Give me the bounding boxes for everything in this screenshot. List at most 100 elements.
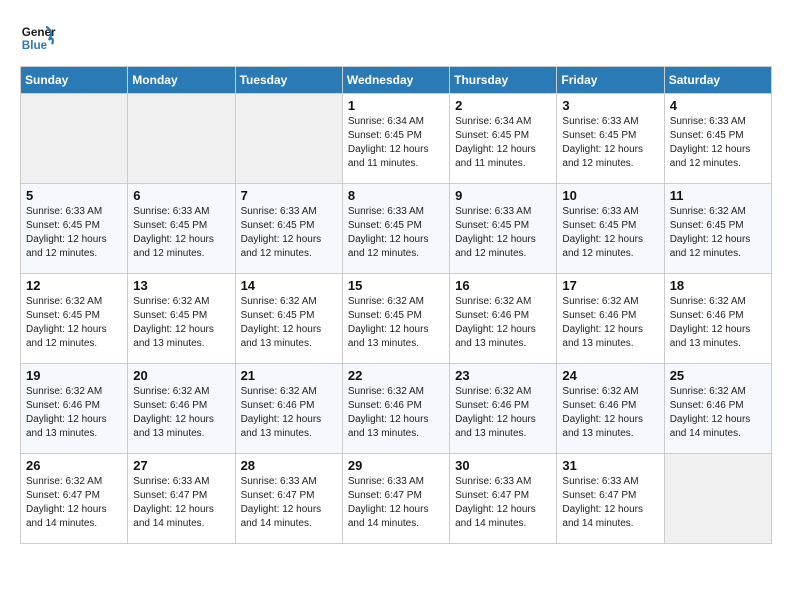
- day-info: Sunrise: 6:32 AM Sunset: 6:46 PM Dayligh…: [562, 295, 658, 351]
- day-info: Sunrise: 6:33 AM Sunset: 6:47 PM Dayligh…: [455, 475, 551, 531]
- calendar-cell: 16 Sunrise: 6:32 AM Sunset: 6:46 PM Dayli…: [450, 274, 557, 364]
- day-info: Sunrise: 6:33 AM Sunset: 6:45 PM Dayligh…: [26, 205, 122, 261]
- svg-text:Blue: Blue: [22, 39, 48, 52]
- calendar-cell: 29Sunrise: 6:33 AM Sunset: 6:47 PM Dayli…: [342, 454, 449, 544]
- logo: General Blue: [20, 20, 56, 56]
- calendar-cell: 3 Sunrise: 6:33 AM Sunset: 6:45 PM Daylig…: [557, 94, 664, 184]
- day-info: Sunrise: 6:34 AM Sunset: 6:45 PM Dayligh…: [455, 115, 551, 171]
- day-number: 10: [562, 188, 658, 203]
- day-info: Sunrise: 6:32 AM Sunset: 6:47 PM Dayligh…: [26, 475, 122, 531]
- day-info: Sunrise: 6:32 AM Sunset: 6:46 PM Dayligh…: [348, 385, 444, 441]
- day-number: 27: [133, 458, 229, 473]
- day-info: Sunrise: 6:32 AM Sunset: 6:45 PM Dayligh…: [26, 295, 122, 351]
- calendar-cell: 23 Sunrise: 6:32 AM Sunset: 6:46 PM Dayli…: [450, 364, 557, 454]
- calendar-cell: 10 Sunrise: 6:33 AM Sunset: 6:45 PM Dayli…: [557, 184, 664, 274]
- calendar-cell: [128, 94, 235, 184]
- day-info: Sunrise: 6:32 AM Sunset: 6:46 PM Dayligh…: [670, 295, 766, 351]
- day-number: 4: [670, 98, 766, 113]
- day-info: Sunrise: 6:33 AM Sunset: 6:45 PM Dayligh…: [133, 205, 229, 261]
- calendar-cell: 9 Sunrise: 6:33 AM Sunset: 6:45 PM Daylig…: [450, 184, 557, 274]
- day-info: Sunrise: 6:33 AM Sunset: 6:45 PM Dayligh…: [562, 205, 658, 261]
- calendar-cell: 26 Sunrise: 6:32 AM Sunset: 6:47 PM Dayli…: [21, 454, 128, 544]
- day-number: 30: [455, 458, 551, 473]
- day-number: 15: [348, 278, 444, 293]
- calendar-cell: 25Sunrise: 6:32 AM Sunset: 6:46 PM Dayli…: [664, 364, 771, 454]
- day-number: 3: [562, 98, 658, 113]
- day-number: 9: [455, 188, 551, 203]
- calendar-cell: 8Sunrise: 6:33 AM Sunset: 6:45 PM Daylig…: [342, 184, 449, 274]
- day-info: Sunrise: 6:32 AM Sunset: 6:45 PM Dayligh…: [241, 295, 337, 351]
- calendar-cell: 24 Sunrise: 6:32 AM Sunset: 6:46 PM Dayli…: [557, 364, 664, 454]
- day-number: 14: [241, 278, 337, 293]
- day-number: 28: [241, 458, 337, 473]
- day-number: 20: [133, 368, 229, 383]
- day-number: 7: [241, 188, 337, 203]
- weekday-header: Friday: [557, 67, 664, 94]
- day-info: Sunrise: 6:32 AM Sunset: 6:45 PM Dayligh…: [133, 295, 229, 351]
- day-info: Sunrise: 6:33 AM Sunset: 6:47 PM Dayligh…: [133, 475, 229, 531]
- day-number: 12: [26, 278, 122, 293]
- calendar-cell: 5Sunrise: 6:33 AM Sunset: 6:45 PM Daylig…: [21, 184, 128, 274]
- calendar-cell: 21 Sunrise: 6:32 AM Sunset: 6:46 PM Dayli…: [235, 364, 342, 454]
- day-info: Sunrise: 6:32 AM Sunset: 6:46 PM Dayligh…: [455, 385, 551, 441]
- day-info: Sunrise: 6:33 AM Sunset: 6:47 PM Dayligh…: [562, 475, 658, 531]
- calendar-cell: 14 Sunrise: 6:32 AM Sunset: 6:45 PM Dayli…: [235, 274, 342, 364]
- day-info: Sunrise: 6:33 AM Sunset: 6:45 PM Dayligh…: [562, 115, 658, 171]
- calendar-cell: 12 Sunrise: 6:32 AM Sunset: 6:45 PM Dayli…: [21, 274, 128, 364]
- calendar-cell: 11 Sunrise: 6:32 AM Sunset: 6:45 PM Dayli…: [664, 184, 771, 274]
- day-number: 24: [562, 368, 658, 383]
- calendar-week-row: 12 Sunrise: 6:32 AM Sunset: 6:45 PM Dayli…: [21, 274, 772, 364]
- day-number: 31: [562, 458, 658, 473]
- page-header: General Blue: [20, 20, 772, 56]
- day-number: 29: [348, 458, 444, 473]
- calendar-week-row: 1 Sunrise: 6:34 AM Sunset: 6:45 PM Daylig…: [21, 94, 772, 184]
- calendar-week-row: 19Sunrise: 6:32 AM Sunset: 6:46 PM Dayli…: [21, 364, 772, 454]
- calendar-cell: 19Sunrise: 6:32 AM Sunset: 6:46 PM Dayli…: [21, 364, 128, 454]
- day-info: Sunrise: 6:33 AM Sunset: 6:45 PM Dayligh…: [241, 205, 337, 261]
- calendar-cell: 22 Sunrise: 6:32 AM Sunset: 6:46 PM Dayli…: [342, 364, 449, 454]
- day-info: Sunrise: 6:32 AM Sunset: 6:45 PM Dayligh…: [348, 295, 444, 351]
- calendar-week-row: 26 Sunrise: 6:32 AM Sunset: 6:47 PM Dayli…: [21, 454, 772, 544]
- calendar-cell: [21, 94, 128, 184]
- day-number: 11: [670, 188, 766, 203]
- weekday-header: Wednesday: [342, 67, 449, 94]
- weekday-header: Sunday: [21, 67, 128, 94]
- day-info: Sunrise: 6:33 AM Sunset: 6:45 PM Dayligh…: [455, 205, 551, 261]
- day-number: 22: [348, 368, 444, 383]
- day-number: 13: [133, 278, 229, 293]
- day-number: 17: [562, 278, 658, 293]
- weekday-header-row: SundayMondayTuesdayWednesdayThursdayFrid…: [21, 67, 772, 94]
- weekday-header: Tuesday: [235, 67, 342, 94]
- calendar-cell: 7 Sunrise: 6:33 AM Sunset: 6:45 PM Daylig…: [235, 184, 342, 274]
- calendar-cell: 18Sunrise: 6:32 AM Sunset: 6:46 PM Dayli…: [664, 274, 771, 364]
- calendar-cell: 2 Sunrise: 6:34 AM Sunset: 6:45 PM Daylig…: [450, 94, 557, 184]
- day-info: Sunrise: 6:33 AM Sunset: 6:45 PM Dayligh…: [670, 115, 766, 171]
- calendar-cell: 17 Sunrise: 6:32 AM Sunset: 6:46 PM Dayli…: [557, 274, 664, 364]
- calendar-cell: 28Sunrise: 6:33 AM Sunset: 6:47 PM Dayli…: [235, 454, 342, 544]
- day-number: 23: [455, 368, 551, 383]
- day-info: Sunrise: 6:32 AM Sunset: 6:46 PM Dayligh…: [241, 385, 337, 441]
- day-info: Sunrise: 6:34 AM Sunset: 6:45 PM Dayligh…: [348, 115, 444, 171]
- day-number: 26: [26, 458, 122, 473]
- day-info: Sunrise: 6:32 AM Sunset: 6:46 PM Dayligh…: [562, 385, 658, 441]
- calendar-cell: 1 Sunrise: 6:34 AM Sunset: 6:45 PM Daylig…: [342, 94, 449, 184]
- calendar-cell: 15 Sunrise: 6:32 AM Sunset: 6:45 PM Dayli…: [342, 274, 449, 364]
- day-number: 8: [348, 188, 444, 203]
- day-number: 6: [133, 188, 229, 203]
- calendar-cell: 31 Sunrise: 6:33 AM Sunset: 6:47 PM Dayli…: [557, 454, 664, 544]
- calendar-week-row: 5Sunrise: 6:33 AM Sunset: 6:45 PM Daylig…: [21, 184, 772, 274]
- day-number: 1: [348, 98, 444, 113]
- day-info: Sunrise: 6:32 AM Sunset: 6:46 PM Dayligh…: [670, 385, 766, 441]
- day-number: 21: [241, 368, 337, 383]
- weekday-header: Saturday: [664, 67, 771, 94]
- day-info: Sunrise: 6:32 AM Sunset: 6:46 PM Dayligh…: [455, 295, 551, 351]
- calendar-cell: 13 Sunrise: 6:32 AM Sunset: 6:45 PM Dayli…: [128, 274, 235, 364]
- day-number: 16: [455, 278, 551, 293]
- calendar-cell: [235, 94, 342, 184]
- day-info: Sunrise: 6:32 AM Sunset: 6:45 PM Dayligh…: [670, 205, 766, 261]
- logo-icon: General Blue: [20, 20, 56, 56]
- weekday-header: Thursday: [450, 67, 557, 94]
- calendar-cell: 30 Sunrise: 6:33 AM Sunset: 6:47 PM Dayli…: [450, 454, 557, 544]
- day-number: 2: [455, 98, 551, 113]
- day-info: Sunrise: 6:32 AM Sunset: 6:46 PM Dayligh…: [26, 385, 122, 441]
